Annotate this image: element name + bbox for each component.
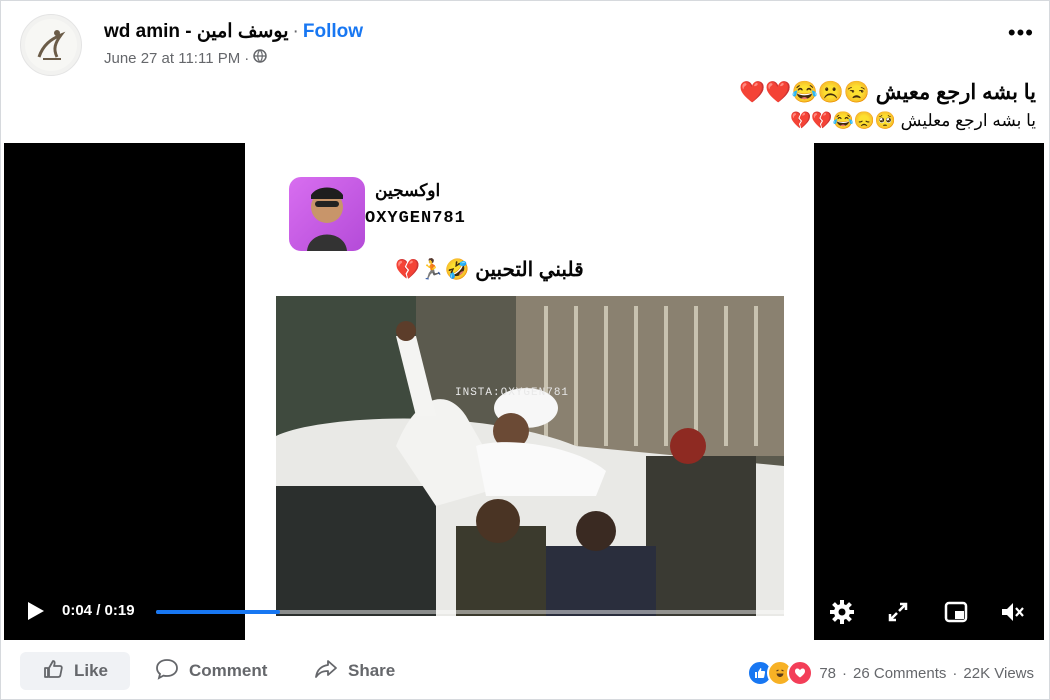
post-caption-primary: يا بشه ارجع معيش 😒☹️😂❤️❤️ xyxy=(739,81,1036,104)
author-name[interactable]: wd amin - يوسف امين xyxy=(104,21,289,42)
love-reaction-icon xyxy=(787,660,814,686)
like-button[interactable]: Like xyxy=(20,652,130,690)
progress-fill xyxy=(156,610,280,614)
video-controls: 0:04 / 0:19 xyxy=(4,584,1044,640)
current-time: 0:04 xyxy=(62,602,93,619)
follow-button[interactable]: Follow xyxy=(303,21,363,42)
comment-icon xyxy=(155,658,179,685)
meta-separator: · xyxy=(244,49,250,67)
play-icon[interactable] xyxy=(24,600,46,627)
reaction-count[interactable]: 78 xyxy=(819,665,836,682)
channel-name-arabic: اوكسجين xyxy=(375,181,441,200)
views-count: 22K Views xyxy=(963,664,1034,682)
video-player[interactable]: اوكسجين OXYGEN781 قلبني التحبين 🤣🏃💔 INST… xyxy=(4,143,1044,640)
share-button[interactable]: Share xyxy=(314,652,395,690)
separator: · xyxy=(292,21,299,42)
share-icon xyxy=(314,658,338,685)
share-label: Share xyxy=(348,661,396,680)
channel-avatar xyxy=(289,177,365,251)
stat-separator: · xyxy=(952,664,958,682)
reaction-icons[interactable] xyxy=(747,660,814,686)
fullscreen-icon[interactable] xyxy=(884,598,912,626)
picture-in-picture-icon[interactable] xyxy=(942,598,970,626)
globe-icon[interactable] xyxy=(253,49,267,67)
video-frame: اوكسجين OXYGEN781 قلبني التحبين 🤣🏃💔 INST… xyxy=(245,143,814,640)
time-separator: / xyxy=(96,602,101,619)
more-options-button[interactable]: ••• xyxy=(1008,20,1034,46)
volume-icon[interactable] xyxy=(998,598,1026,626)
video-time: 0:04 / 0:19 xyxy=(62,602,135,619)
video-clip xyxy=(276,296,784,616)
progress-bar[interactable] xyxy=(156,610,806,614)
video-overlay-title: قلبني التحبين 🤣🏃💔 xyxy=(395,259,584,281)
comment-button[interactable]: Comment xyxy=(155,652,267,690)
logo-icon xyxy=(25,19,77,71)
comments-count[interactable]: 26 Comments xyxy=(853,665,946,682)
settings-icon[interactable] xyxy=(828,598,856,626)
duration: 0:19 xyxy=(104,602,135,619)
engagement-stats: 78 · 26 Comments · 22K Views xyxy=(747,660,1034,686)
video-watermark: INSTA:OXYGEN781 xyxy=(455,387,570,399)
post-meta: June 27 at 11:11 PM · xyxy=(104,49,267,67)
author-avatar[interactable] xyxy=(20,14,82,76)
video-scene xyxy=(276,296,784,616)
thumbs-up-icon xyxy=(42,658,64,685)
post-caption-secondary: يا بشه ارجع معليش 🥺😞😂💔💔 xyxy=(790,111,1036,130)
post-timestamp[interactable]: June 27 at 11:11 PM xyxy=(104,50,240,67)
channel-name: OXYGEN781 xyxy=(365,209,466,228)
author-line: wd amin - يوسف امين · Follow xyxy=(104,20,363,43)
like-label: Like xyxy=(73,661,109,680)
comment-label: Comment xyxy=(189,661,268,680)
stat-separator: · xyxy=(842,664,848,682)
